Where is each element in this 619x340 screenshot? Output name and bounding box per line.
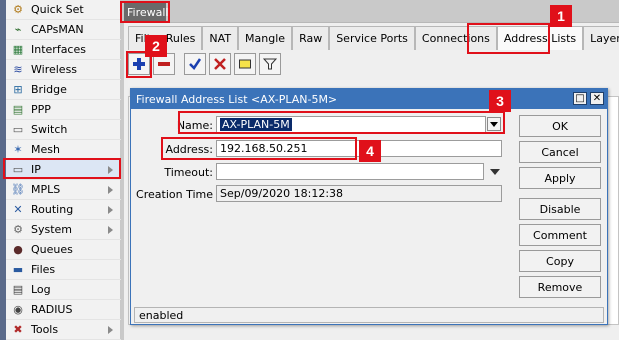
sidebar-item-label: Queues [31,243,73,256]
sidebar-item-system[interactable]: ⚙ System [6,220,121,240]
sidebar-item-radius[interactable]: ◉ RADIUS [6,300,121,320]
disable-button[interactable] [209,53,231,75]
annotation-badge-2: 2 [145,35,167,57]
sidebar-item-label: Wireless [31,63,78,76]
tab-nat[interactable]: NAT [202,26,239,50]
wireless-icon: ≋ [13,62,23,76]
queues-icon: ● [13,242,23,256]
check-icon [189,58,202,70]
mpls-icon: ⛓ [11,182,25,196]
sidebar-item-routing[interactable]: ✕ Routing [6,200,121,220]
filter-icon [263,58,277,70]
close-icon: ✕ [592,92,602,104]
bridge-icon: ⊞ [13,82,23,96]
sidebar-item-queues[interactable]: ● Queues [6,240,121,260]
timeout-dropdown-icon[interactable] [490,169,500,175]
mesh-icon: ✶ [13,142,23,156]
quick-set-icon: ⚙ [13,2,23,16]
sidebar-item-label: Log [31,283,51,296]
chevron-right-icon [108,325,113,334]
maximize-icon: □ [575,92,585,104]
sidebar-item-label: Routing [31,203,74,216]
sidebar-item-mpls[interactable]: ⛓ MPLS [6,180,121,200]
routing-icon: ✕ [13,202,23,216]
chevron-right-icon [108,225,113,234]
annotation-badge-1: 1 [550,5,572,27]
chevron-right-icon [108,185,113,194]
sidebar-item-label: RADIUS [31,303,73,316]
highlight-ip-menu [3,158,121,179]
creation-time-value: Sep/09/2020 18:12:38 [216,185,502,202]
sidebar-item-mesh[interactable]: ✶ Mesh [6,140,121,160]
files-icon: ▬ [12,262,24,276]
annotation-badge-3: 3 [489,90,511,112]
filter-button[interactable] [259,53,281,75]
cancel-button[interactable]: Cancel [519,141,601,163]
sidebar-item-bridge[interactable]: ⊞ Bridge [6,80,121,100]
disable-entry-button[interactable]: Disable [519,198,601,220]
tab-mangle[interactable]: Mangle [238,26,293,50]
sidebar-item-switch[interactable]: ▭ Switch [6,120,121,140]
tools-icon: ✖ [13,322,23,336]
tab-layer7-protocols[interactable]: Layer7 Protocols [583,26,619,50]
interfaces-icon: ▦ [12,42,24,56]
timeout-label: Timeout: [164,166,213,179]
log-icon: ▤ [12,282,24,296]
status-text: enabled [139,308,184,322]
sidebar-item-label: Tools [31,323,59,336]
creation-time-label: Creation Time [136,188,213,201]
tab-raw[interactable]: Raw [292,26,330,50]
ppp-icon: ▤ [12,102,24,116]
highlight-firewall-title [120,1,170,23]
highlight-name-field [178,111,505,134]
comment-icon [239,59,251,69]
highlight-address-lists-tab [467,23,550,54]
sidebar-item-files[interactable]: ▬ Files [6,260,121,280]
radius-icon: ◉ [13,302,23,316]
sidebar-item-capsman[interactable]: ⌁ CAPsMAN [6,20,121,40]
sidebar-item-label: PPP [31,103,51,116]
sidebar-item-quick-set[interactable]: ⚙ Quick Set [6,0,121,20]
comment-button[interactable] [234,53,256,75]
switch-icon: ▭ [12,122,24,136]
tab-service-ports[interactable]: Service Ports [329,26,415,50]
sidebar-item-label: Mesh [31,143,60,156]
dialog-title[interactable]: Firewall Address List <AX-PLAN-5M> [131,89,607,109]
remove-entry-button[interactable]: Remove [519,276,601,298]
sidebar-item-label: Files [31,263,56,276]
maximize-button[interactable]: □ [573,92,587,105]
annotation-badge-4: 4 [359,140,381,162]
sidebar-item-label: Interfaces [31,43,86,56]
sidebar-item-label: System [31,223,73,236]
enable-button[interactable] [184,53,206,75]
chevron-right-icon [108,205,113,214]
sidebar-item-label: MPLS [31,183,61,196]
ok-button[interactable]: OK [519,115,601,137]
apply-button[interactable]: Apply [519,167,601,189]
sidebar-item-ppp[interactable]: ▤ PPP [6,100,121,120]
sidebar-item-log[interactable]: ▤ Log [6,280,121,300]
sidebar-item-tools[interactable]: ✖ Tools [6,320,121,340]
sidebar-item-wireless[interactable]: ≋ Wireless [6,60,121,80]
sidebar-item-label: CAPsMAN [31,23,84,36]
sidebar-item-label: Quick Set [31,3,84,16]
copy-button[interactable]: Copy [519,250,601,272]
minus-icon [158,62,170,66]
sidebar-item-interfaces[interactable]: ▦ Interfaces [6,40,121,60]
x-icon [214,58,226,70]
sidebar-item-label: Bridge [31,83,67,96]
highlight-address-field [161,137,357,160]
close-button[interactable]: ✕ [590,92,604,105]
sidebar-item-label: Switch [31,123,68,136]
timeout-field[interactable] [216,163,484,180]
capsman-icon: ⌁ [14,22,22,36]
dialog-status-bar: enabled [134,307,604,323]
comment-entry-button[interactable]: Comment [519,224,601,246]
system-icon: ⚙ [13,222,23,236]
